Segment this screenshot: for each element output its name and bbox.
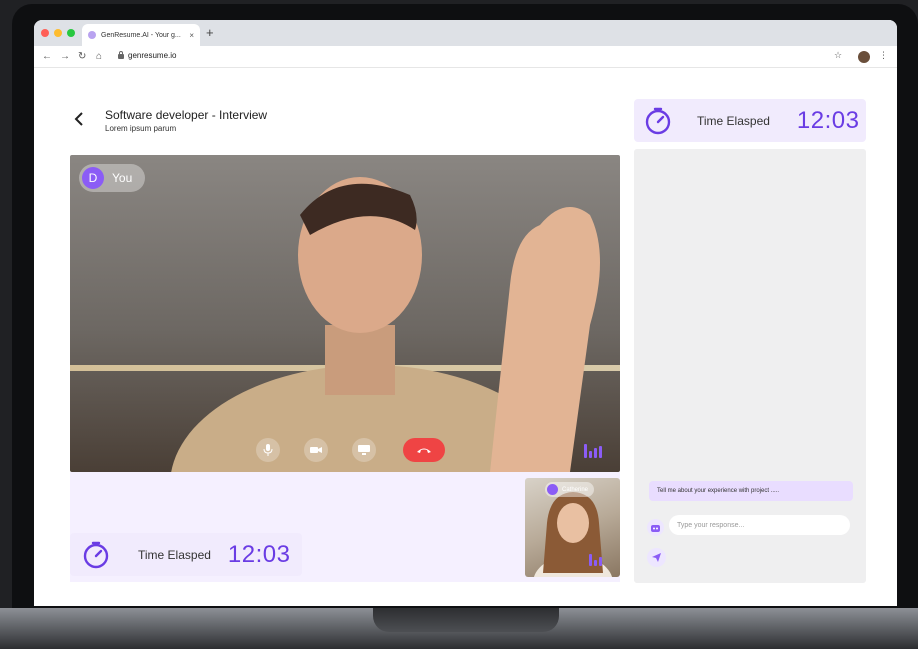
end-call-icon	[417, 448, 431, 453]
timer-value: 12:03	[227, 540, 291, 568]
user-avatar: D	[82, 167, 104, 189]
page-subtitle: Lorem ipsum parum	[105, 124, 177, 133]
chevron-left-icon[interactable]	[74, 112, 84, 130]
user-label: You	[112, 171, 133, 185]
browser-tab[interactable]: GenResume.AI - Your g... ×	[82, 24, 200, 46]
audio-level-icon	[584, 444, 602, 458]
tab-close-icon[interactable]: ×	[189, 31, 194, 40]
send-button[interactable]	[647, 548, 666, 567]
page-title: Software developer - Interview	[105, 108, 268, 122]
timer-panel-secondary: Time Elasped 12:03	[70, 533, 302, 576]
chat-message: Tell me about your experience with proje…	[649, 481, 853, 501]
bookmark-star-icon[interactable]: ☆	[834, 50, 842, 61]
timer-label: Time Elasped	[697, 113, 770, 128]
window-close-button[interactable]	[41, 29, 49, 37]
browser-window: GenResume.AI - Your g... × + ← → ↻ ⌂ gen…	[34, 20, 897, 606]
interviewer-avatar	[547, 484, 558, 495]
interviewer-name: Catherine	[562, 486, 589, 493]
end-call-button[interactable]	[403, 438, 445, 462]
video-feed-self: D You	[70, 155, 620, 472]
chat-response-input[interactable]	[669, 515, 850, 535]
timer-value: 12:03	[796, 106, 860, 134]
chat-panel: Tell me about your experience with proje…	[634, 149, 866, 583]
video-feed-interviewer: Catherine	[525, 478, 620, 577]
window-minimize-button[interactable]	[54, 29, 62, 37]
stopwatch-icon	[83, 541, 109, 568]
browser-toolbar: ← → ↻ ⌂ genresume.io ☆ ⋮	[34, 46, 897, 68]
laptop-notch	[373, 608, 559, 632]
window-zoom-button[interactable]	[67, 29, 75, 37]
user-badge: D You	[79, 164, 146, 192]
favicon-icon	[88, 31, 96, 39]
camera-button[interactable]	[304, 438, 328, 462]
screen-share-button[interactable]	[352, 438, 376, 462]
interviewer-badge: Catherine	[545, 482, 595, 497]
profile-avatar[interactable]	[858, 51, 870, 63]
send-icon	[652, 553, 661, 562]
new-tab-button[interactable]: +	[206, 26, 214, 40]
page-content: Software developer - Interview Lorem ips…	[34, 68, 897, 606]
tab-strip: GenResume.AI - Your g... × +	[34, 20, 897, 46]
forward-arrow-icon[interactable]: →	[60, 50, 70, 64]
lock-icon	[118, 51, 124, 59]
interviewer-audio-icon	[589, 554, 602, 566]
mic-button[interactable]	[256, 438, 280, 462]
timer-panel: Time Elasped 12:03	[634, 99, 866, 142]
mic-icon	[263, 444, 273, 456]
browser-menu-icon[interactable]: ⋮	[879, 50, 888, 61]
stopwatch-icon	[645, 107, 671, 134]
timer-label: Time Elasped	[138, 547, 211, 562]
home-icon[interactable]: ⌂	[96, 50, 102, 64]
address-bar[interactable]: genresume.io	[118, 51, 176, 60]
participant-silhouette	[171, 177, 600, 472]
url-text: genresume.io	[128, 51, 177, 60]
screen-share-icon	[358, 445, 370, 455]
tab-title: GenResume.AI - Your g...	[101, 31, 181, 39]
reload-icon[interactable]: ↻	[78, 50, 86, 64]
camera-icon	[310, 447, 322, 453]
back-arrow-icon[interactable]: ←	[42, 50, 52, 64]
bot-icon	[647, 519, 664, 536]
